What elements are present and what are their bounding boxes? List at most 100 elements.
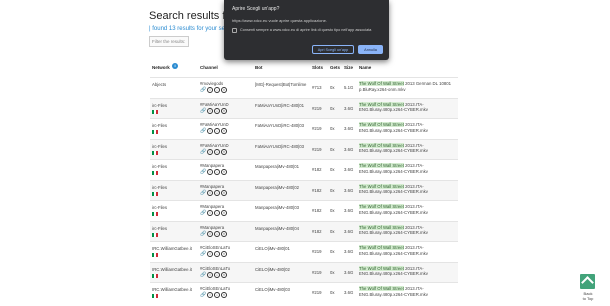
table-row[interactable]: irc-Files #Manpapera 🔗 i ↓ × Manpapera|iMv-480… <box>150 159 458 179</box>
header-channel[interactable]: Channel <box>200 65 218 70</box>
info-circle-icon[interactable]: i <box>207 271 213 278</box>
search-highlight: The Wolf Of Wall Street <box>359 142 404 148</box>
header-gets[interactable]: Gets <box>330 65 340 70</box>
filename-rest: 2013.ITA- <box>403 204 424 209</box>
table-row[interactable]: irc-Files #Manpapera 🔗 i ↓ × Manpapera|iMv-480… <box>150 179 458 200</box>
search-highlight: The Wolf Of Wall Street <box>359 163 404 168</box>
link-icon[interactable]: 🔗 <box>200 231 206 237</box>
table-row[interactable]: irc-Files #Manpapera 🔗 i ↓ × Manpapera|iMv-480… <box>150 220 458 241</box>
download-icon[interactable]: ↓ <box>214 210 220 216</box>
row-slot: #219 <box>312 269 322 275</box>
close-icon[interactable]: × <box>221 292 227 298</box>
header-bot[interactable]: Bot <box>255 65 263 70</box>
table-row[interactable]: IRC.WilliamGatbee.it #CiEloSEnLaTo 🔗 i ↓ × CiE… <box>150 261 458 282</box>
row-slot: #219 <box>312 290 322 295</box>
table-row[interactable]: irc-Files #FaMiAaYUnD 🔗 i ↓ × FaMiAaYUnD|iRC-4… <box>150 97 458 118</box>
close-icon[interactable]: × <box>221 87 227 93</box>
download-icon[interactable]: ↓ <box>214 271 220 278</box>
header-network[interactable]: Network <box>152 65 170 70</box>
info-circle-icon[interactable]: i <box>207 169 213 175</box>
cancel-button[interactable]: Annulla <box>358 45 383 54</box>
link-icon[interactable]: 🔗 <box>200 251 206 257</box>
always-allow-checkbox[interactable] <box>232 28 237 33</box>
back-to-top-button[interactable] <box>580 274 595 289</box>
download-icon[interactable]: ↓ <box>214 251 220 257</box>
table-row[interactable]: irc-Files #FaMiAaYUnD 🔗 i ↓ × FaMiAaYUnD|iRC-4… <box>150 138 458 159</box>
row-network: irc-Files <box>152 102 168 108</box>
header-name[interactable]: Name <box>359 65 371 70</box>
info-circle-icon[interactable]: i <box>207 128 213 134</box>
row-filename[interactable]: The Wolf Of Wall Street 2013.ITA- ENG.Blu… <box>359 224 428 236</box>
close-icon[interactable]: × <box>221 210 227 216</box>
row-network: IRC.WilliamGatbee.it <box>152 246 192 251</box>
row-channel: #FaMiAaYUnD <box>200 122 229 127</box>
download-icon[interactable]: ↓ <box>214 128 220 134</box>
row-filename[interactable]: The Wolf Of Wall Street 2013.ITA- ENG.Blu… <box>359 204 428 215</box>
close-icon[interactable]: × <box>221 148 227 155</box>
row-network: irc-Files <box>152 123 168 128</box>
header-slots[interactable]: Slots <box>312 65 323 70</box>
row-channel: #moviegods <box>200 81 224 86</box>
search-highlight: The Wolf Of Wall Street <box>359 101 404 107</box>
link-icon[interactable]: 🔗 <box>200 169 206 175</box>
header-size[interactable]: Size <box>344 65 353 70</box>
download-icon[interactable]: ↓ <box>214 292 220 298</box>
row-filename[interactable]: The Wolf Of Wall Street 2013.ITA- ENG.Blu… <box>359 101 428 113</box>
filename-rest: 2013 German DL 10801 <box>403 81 452 86</box>
filename-rest-line2: ENG.Bluray.480p.x264-CYBER.mkv <box>359 291 428 297</box>
info-circle-icon[interactable]: i <box>207 210 213 216</box>
italy-flag-icon <box>152 294 158 298</box>
download-icon[interactable]: ↓ <box>214 230 220 237</box>
info-circle-icon[interactable]: i <box>207 107 213 114</box>
close-icon[interactable]: × <box>221 271 227 278</box>
row-filename[interactable]: The Wolf Of Wall Street 2013 German DL 1… <box>359 81 451 92</box>
link-icon[interactable]: 🔗 <box>200 210 206 216</box>
info-circle-icon[interactable]: i <box>207 87 213 93</box>
link-icon[interactable]: 🔗 <box>200 108 206 114</box>
table-row[interactable]: IRC.WilliamGatbee.it #CiEloSEnLaTo 🔗 i ↓ × CiE… <box>150 241 458 261</box>
close-icon[interactable]: × <box>221 128 227 134</box>
link-icon[interactable]: 🔗 <box>200 292 206 298</box>
link-icon[interactable]: 🔗 <box>200 128 206 134</box>
close-icon[interactable]: × <box>221 230 227 237</box>
info-circle-icon[interactable]: i <box>207 148 213 155</box>
filename-rest-line2: ENG.Bluray.480p.x264-CYBER.mkv <box>359 250 428 256</box>
close-icon[interactable]: × <box>221 107 227 114</box>
row-filename[interactable]: The Wolf Of Wall Street 2013.ITA- ENG.Blu… <box>359 163 428 174</box>
info-circle-icon[interactable]: i <box>207 230 213 237</box>
download-icon[interactable]: ↓ <box>214 189 220 196</box>
table-row[interactable]: IRC.WilliamGatbee.it #CiEloSEnLaTo 🔗 i ↓ × CiE… <box>150 282 458 302</box>
download-icon[interactable]: ↓ <box>214 107 220 114</box>
row-filename[interactable]: The Wolf Of Wall Street 2013.ITA- ENG.Blu… <box>359 183 428 195</box>
info-circle-icon[interactable]: i <box>207 189 213 196</box>
filename-rest: 2013.ITA- <box>403 122 424 127</box>
download-icon[interactable]: ↓ <box>214 169 220 175</box>
table-row[interactable]: Abjects #moviegods 🔗 i ↓ × [MG]-Request|Bot|To… <box>150 77 458 97</box>
info-circle-icon[interactable]: i <box>207 292 213 298</box>
row-filename[interactable]: The Wolf Of Wall Street 2013.ITA- ENG.Blu… <box>359 265 428 277</box>
info-icon[interactable]: i <box>172 63 178 69</box>
search-highlight: The Wolf Of Wall Street <box>359 286 404 291</box>
link-icon[interactable]: 🔗 <box>200 149 206 155</box>
filename-rest: 2013.ITA- <box>403 142 424 148</box>
row-filename[interactable]: The Wolf Of Wall Street 2013.ITA- ENG.Blu… <box>359 286 428 297</box>
row-filename[interactable]: The Wolf Of Wall Street 2013.ITA- ENG.Blu… <box>359 245 428 256</box>
link-icon[interactable]: 🔗 <box>200 87 206 93</box>
italy-flag-icon <box>152 253 158 257</box>
row-actions: 🔗 i ↓ × <box>200 169 227 175</box>
open-app-button[interactable]: Apri Scegli un'app <box>312 45 354 54</box>
link-icon[interactable]: 🔗 <box>200 190 206 196</box>
row-filename[interactable]: The Wolf Of Wall Street 2013.ITA- ENG.Blu… <box>359 142 428 154</box>
download-icon[interactable]: ↓ <box>214 87 220 93</box>
download-icon[interactable]: ↓ <box>214 148 220 155</box>
table-row[interactable]: irc-Files #Manpapera 🔗 i ↓ × Manpapera|iMv-480… <box>150 200 458 220</box>
table-row[interactable]: irc-Files #FaMiAaYUnD 🔗 i ↓ × FaMiAaYUnD|iRC-4… <box>150 118 458 138</box>
info-circle-icon[interactable]: i <box>207 251 213 257</box>
filter-input[interactable]: Filter the results: <box>149 36 189 47</box>
close-icon[interactable]: × <box>221 189 227 196</box>
close-icon[interactable]: × <box>221 169 227 175</box>
close-icon[interactable]: × <box>221 251 227 257</box>
row-channel: #CiEloSEnLaTo <box>200 245 231 250</box>
link-icon[interactable]: 🔗 <box>200 272 206 278</box>
row-filename[interactable]: The Wolf Of Wall Street 2013.ITA- ENG.Blu… <box>359 122 428 133</box>
